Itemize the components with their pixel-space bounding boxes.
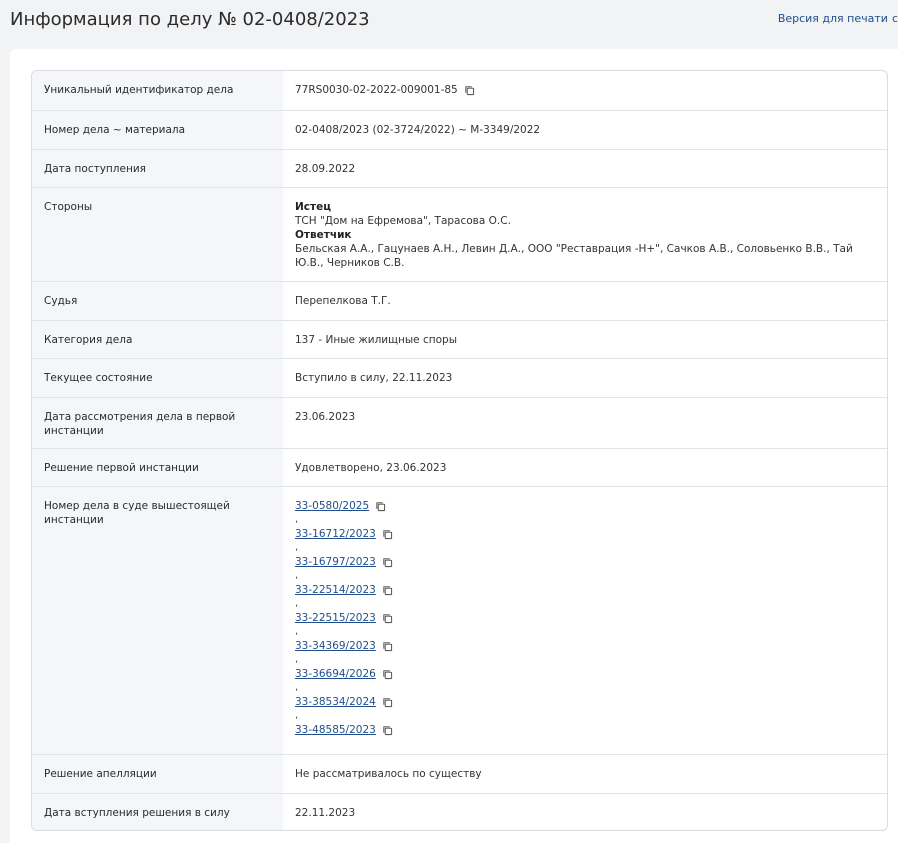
row-label: Уникальный идентификатор дела [32, 71, 283, 110]
case-info-card: Уникальный идентификатор дела 77RS0030-0… [10, 49, 898, 843]
row-value: 22.11.2023 [295, 807, 356, 819]
row-receipt-date: Дата поступления 28.09.2022 [32, 149, 887, 187]
row-uid: Уникальный идентификатор дела 77RS0030-0… [32, 71, 887, 110]
higher-case-item: 33-36694/2026 [295, 667, 875, 681]
print-version-tail: с [891, 12, 898, 25]
row-label: Дата вступления решения в силу [32, 794, 283, 830]
case-separator: , [295, 514, 299, 525]
higher-case-item: 33-48585/2023 [295, 723, 875, 737]
row-label: Дата рассмотрения дела в первой инстанци… [32, 398, 283, 448]
higher-case-link[interactable]: 33-38534/2024 [295, 695, 376, 709]
case-separator: , [295, 654, 299, 665]
copy-icon[interactable] [375, 501, 386, 512]
higher-case-item: 33-22515/2023 [295, 611, 875, 625]
row-label: Решение апелляции [32, 755, 283, 793]
copy-icon[interactable] [382, 669, 393, 680]
higher-case-item: 33-22514/2023 [295, 583, 875, 597]
higher-case-item: 33-38534/2024 [295, 695, 875, 709]
row-category: Категория дела 137 - Иные жилищные споры [32, 320, 887, 358]
row-parties: Стороны Истец ТСН "Дом на Ефремова", Тар… [32, 187, 887, 281]
row-judge: Судья Перепелкова Т.Г. [32, 281, 887, 320]
copy-icon[interactable] [382, 641, 393, 652]
higher-case-link[interactable]: 33-16712/2023 [295, 527, 376, 541]
parties-value: Истец ТСН "Дом на Ефремова", Тарасова О.… [283, 188, 887, 281]
print-version-label: Версия для печати [777, 12, 888, 25]
higher-case-link[interactable]: 33-0580/2025 [295, 499, 369, 513]
higher-cases-value: 33-0580/2025, 33-16712/2023, 33-16797/2023… [283, 487, 887, 754]
higher-case-item: 33-34369/2023 [295, 639, 875, 653]
defendant-label: Ответчик [295, 229, 352, 241]
case-separator: , [295, 682, 299, 693]
row-current-state: Текущее состояние Вступило в силу, 22.11… [32, 358, 887, 397]
row-value: Вступило в силу, 22.11.2023 [295, 372, 453, 384]
plaintiff-label: Истец [295, 201, 332, 213]
row-label: Номер дела ~ материала [32, 111, 283, 149]
row-value: Не рассматривалось по существу [295, 768, 482, 780]
row-value: 02-0408/2023 (02-3724/2022) ~ М-3349/202… [295, 124, 541, 136]
defendant-value: Бельская А.А., Гацунаев А.Н., Левин Д.А.… [295, 243, 853, 269]
higher-case-link[interactable]: 33-22514/2023 [295, 583, 376, 597]
higher-case-link[interactable]: 33-16797/2023 [295, 555, 376, 569]
higher-case-item: 33-16712/2023 [295, 527, 875, 541]
print-version-link[interactable]: Версия для печати с [778, 12, 898, 25]
higher-case-link[interactable]: 33-34369/2023 [295, 639, 376, 653]
row-case-number: Номер дела ~ материала 02-0408/2023 (02-… [32, 110, 887, 149]
row-label: Дата поступления [32, 150, 283, 187]
row-label: Номер дела в суде вышестоящей инстанции [32, 487, 283, 754]
higher-case-link[interactable]: 33-48585/2023 [295, 723, 376, 737]
row-higher-court-cases: Номер дела в суде вышестоящей инстанции … [32, 486, 887, 754]
row-value: Удовлетворено, 23.06.2023 [295, 462, 447, 474]
row-first-instance-date: Дата рассмотрения дела в первой инстанци… [32, 397, 887, 448]
case-separator: , [295, 598, 299, 609]
case-info-table: Уникальный идентификатор дела 77RS0030-0… [31, 70, 888, 831]
row-label: Решение первой инстанции [32, 449, 283, 486]
row-appeal-decision: Решение апелляции Не рассматривалось по … [32, 754, 887, 793]
copy-icon[interactable] [382, 725, 393, 736]
row-effective-date: Дата вступления решения в силу 22.11.202… [32, 793, 887, 830]
copy-icon[interactable] [382, 585, 393, 596]
plaintiff-value: ТСН "Дом на Ефремова", Тарасова О.С. [295, 215, 511, 227]
row-label: Категория дела [32, 321, 283, 358]
copy-icon[interactable] [382, 557, 393, 568]
copy-icon[interactable] [382, 529, 393, 540]
case-separator: , [295, 710, 299, 721]
row-label: Судья [32, 282, 283, 320]
case-separator: , [295, 570, 299, 581]
page-title: Информация по делу № 02-0408/2023 [10, 9, 370, 30]
higher-case-item: 33-16797/2023 [295, 555, 875, 569]
higher-case-link[interactable]: 33-22515/2023 [295, 611, 376, 625]
row-label: Текущее состояние [32, 359, 283, 397]
uid-value: 77RS0030-02-2022-009001-85 [295, 84, 458, 96]
row-value: 28.09.2022 [295, 163, 356, 175]
row-value: 23.06.2023 [295, 411, 356, 423]
row-value: 137 - Иные жилищные споры [295, 334, 457, 346]
row-label: Стороны [32, 188, 283, 281]
row-first-instance-decision: Решение первой инстанции Удовлетворено, … [32, 448, 887, 486]
copy-icon[interactable] [464, 85, 475, 96]
copy-icon[interactable] [382, 697, 393, 708]
case-separator: , [295, 542, 299, 553]
copy-icon[interactable] [382, 613, 393, 624]
higher-case-item: 33-0580/2025 [295, 499, 875, 513]
higher-case-link[interactable]: 33-36694/2026 [295, 667, 376, 681]
row-value: Перепелкова Т.Г. [295, 295, 391, 307]
row-value: 77RS0030-02-2022-009001-85 [283, 71, 887, 110]
case-separator: , [295, 626, 299, 637]
